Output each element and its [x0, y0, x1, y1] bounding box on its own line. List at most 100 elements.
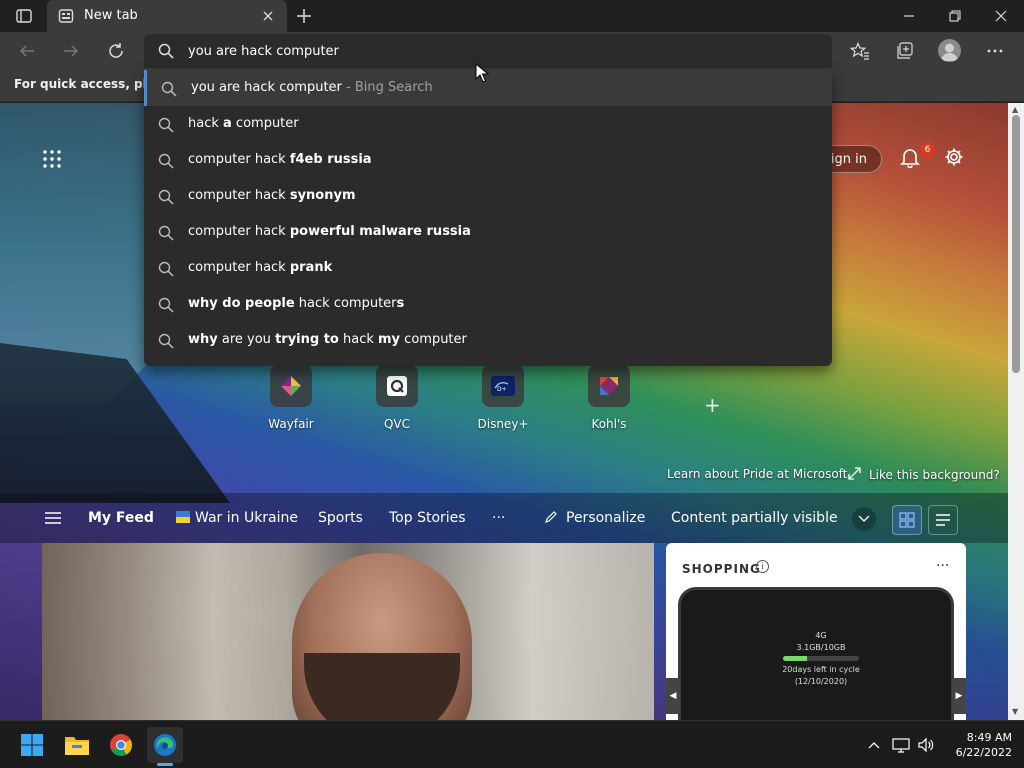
search-icon: [158, 189, 174, 209]
shopping-card[interactable]: SHOPPING i ··· 4G 3.1GB/10GB 20days left…: [666, 543, 966, 720]
scrollbar-thumb[interactable]: [1012, 115, 1020, 373]
profile-avatar[interactable]: [938, 39, 961, 62]
chevron-up-icon[interactable]: [864, 735, 884, 755]
device-usage: 3.1GB/10GB: [796, 643, 846, 652]
close-window-icon[interactable]: [990, 6, 1012, 26]
favorites-icon[interactable]: [849, 41, 871, 61]
content-visibility-label[interactable]: Content partially visible: [671, 510, 838, 526]
suggestion-part: hack: [188, 116, 224, 131]
tab-title: New tab: [84, 8, 138, 23]
refresh-icon[interactable]: [105, 41, 127, 61]
taskbar: 8:49 AM 6/22/2022: [0, 720, 1024, 768]
hotspot-device-image: 4G 3.1GB/10GB 20days left in cycle (12/1…: [678, 587, 954, 720]
page-scrollbar[interactable]: ▲ ▼: [1008, 103, 1024, 720]
shopping-title: SHOPPING: [682, 562, 761, 576]
active-tab[interactable]: New tab: [47, 0, 287, 32]
suggestion-bold-part: synonym: [289, 188, 356, 203]
tab-actions-icon[interactable]: [10, 6, 38, 26]
suggestion-part: computer hack: [188, 188, 290, 203]
suggestion-text: why are you trying to hack my computer: [188, 332, 467, 347]
collections-icon[interactable]: [894, 41, 916, 61]
suggestion-part: computer hack: [188, 224, 290, 239]
tab-war-in-ukraine[interactable]: War in Ukraine: [176, 510, 298, 526]
suggestion-bold-part: my: [378, 332, 401, 347]
search-icon: [158, 297, 174, 317]
pride-info-link[interactable]: Learn about Pride at Microsoft: [667, 467, 847, 481]
quick-link-disney-plus[interactable]: D+ Disney+: [473, 365, 533, 431]
forward-arrow-icon[interactable]: [60, 41, 82, 61]
notifications-bell-icon[interactable]: [899, 146, 921, 172]
search-icon: [161, 81, 177, 101]
close-tab-icon[interactable]: [261, 8, 275, 27]
wayfair-icon: [270, 365, 312, 407]
quick-link-label: Kohl's: [591, 417, 627, 431]
info-icon[interactable]: i: [756, 560, 769, 573]
qvc-icon: [376, 365, 418, 407]
feed-navigation: My Feed War in Ukraine Sports Top Storie…: [0, 493, 1008, 543]
suggestion-item[interactable]: computer hack powerful malware russia: [144, 214, 832, 250]
quick-link-kohls[interactable]: Kohl's: [579, 365, 639, 431]
suggestion-item[interactable]: why do people hack computers: [144, 286, 832, 322]
suggestion-bold-part: why do people: [188, 296, 295, 311]
active-app-indicator: [157, 763, 173, 766]
tab-bar: New tab: [0, 0, 1024, 32]
search-icon: [158, 333, 174, 353]
shopping-more-button[interactable]: ···: [936, 558, 949, 574]
suggestion-bold-part: a: [223, 116, 232, 131]
suggestion-item[interactable]: computer hack prank: [144, 250, 832, 286]
quick-link-label: Wayfair: [268, 417, 314, 431]
restore-icon[interactable]: [944, 6, 966, 26]
tab-top-stories[interactable]: Top Stories: [389, 510, 466, 526]
suggestion-item[interactable]: why are you trying to hack my computer: [144, 322, 832, 358]
suggestion-bold-part: why: [188, 332, 218, 347]
file-explorer-icon[interactable]: [59, 727, 95, 763]
chrome-icon[interactable]: [103, 727, 139, 763]
tab-my-feed[interactable]: My Feed: [88, 510, 154, 526]
minimize-icon[interactable]: [898, 6, 920, 26]
suggestion-part: hack computer: [294, 296, 397, 311]
hero-news-card[interactable]: [42, 543, 654, 720]
suggestion-text: computer hack f4eb russia: [188, 152, 372, 167]
suggestion-bold-part: s: [396, 296, 405, 311]
more-tabs-button[interactable]: ···: [492, 510, 505, 526]
start-windows-icon[interactable]: [14, 727, 50, 763]
disney-plus-icon: D+: [482, 365, 524, 407]
suggestion-part: are you: [217, 332, 276, 347]
grid-layout-icon[interactable]: [892, 505, 922, 535]
address-input[interactable]: [188, 41, 788, 61]
back-arrow-icon[interactable]: [16, 41, 38, 61]
scroll-down-icon[interactable]: ▼: [1012, 707, 1018, 716]
tab-sports[interactable]: Sports: [318, 510, 363, 526]
app-launcher-icon[interactable]: [42, 149, 62, 169]
suggestions-dropdown: you are hack computer - Bing Search hack …: [144, 70, 832, 366]
chevron-down-icon[interactable]: [852, 507, 876, 531]
suggestion-part: computer hack: [188, 152, 290, 167]
mouse-cursor-icon: [475, 62, 490, 87]
page-settings-gear-icon[interactable]: [944, 147, 964, 171]
hamburger-menu-icon[interactable]: [44, 510, 62, 529]
suggestion-text: computer hack prank: [188, 260, 332, 275]
like-background-link[interactable]: Like this background?: [848, 467, 1000, 483]
suggestion-item[interactable]: hack a computer: [144, 106, 832, 142]
list-layout-icon[interactable]: [928, 505, 958, 535]
search-icon: [158, 261, 174, 281]
more-options-icon[interactable]: [984, 41, 1006, 61]
scroll-up-icon[interactable]: ▲: [1012, 105, 1018, 114]
pencil-icon: [545, 511, 557, 523]
add-quick-link-icon[interactable]: +: [704, 393, 721, 417]
new-tab-icon[interactable]: [294, 6, 314, 30]
taskbar-clock[interactable]: 8:49 AM 6/22/2022: [946, 730, 1012, 760]
suggestion-item[interactable]: computer hack synonym: [144, 178, 832, 214]
carousel-next-icon[interactable]: ▶: [952, 678, 966, 714]
personalize-button[interactable]: Personalize: [544, 510, 645, 526]
volume-icon[interactable]: [916, 735, 936, 755]
edge-icon[interactable]: [147, 727, 183, 763]
quick-link-qvc[interactable]: QVC: [367, 365, 427, 431]
quick-link-wayfair[interactable]: Wayfair: [261, 365, 321, 431]
carousel-prev-icon[interactable]: ◀: [666, 678, 680, 714]
new-tab-page-icon: [58, 8, 74, 28]
suggestion-item[interactable]: computer hack f4eb russia: [144, 142, 832, 178]
suggestion-bold-part: prank: [289, 260, 333, 275]
network-icon[interactable]: [891, 735, 911, 755]
device-usage-bar: [783, 656, 859, 661]
